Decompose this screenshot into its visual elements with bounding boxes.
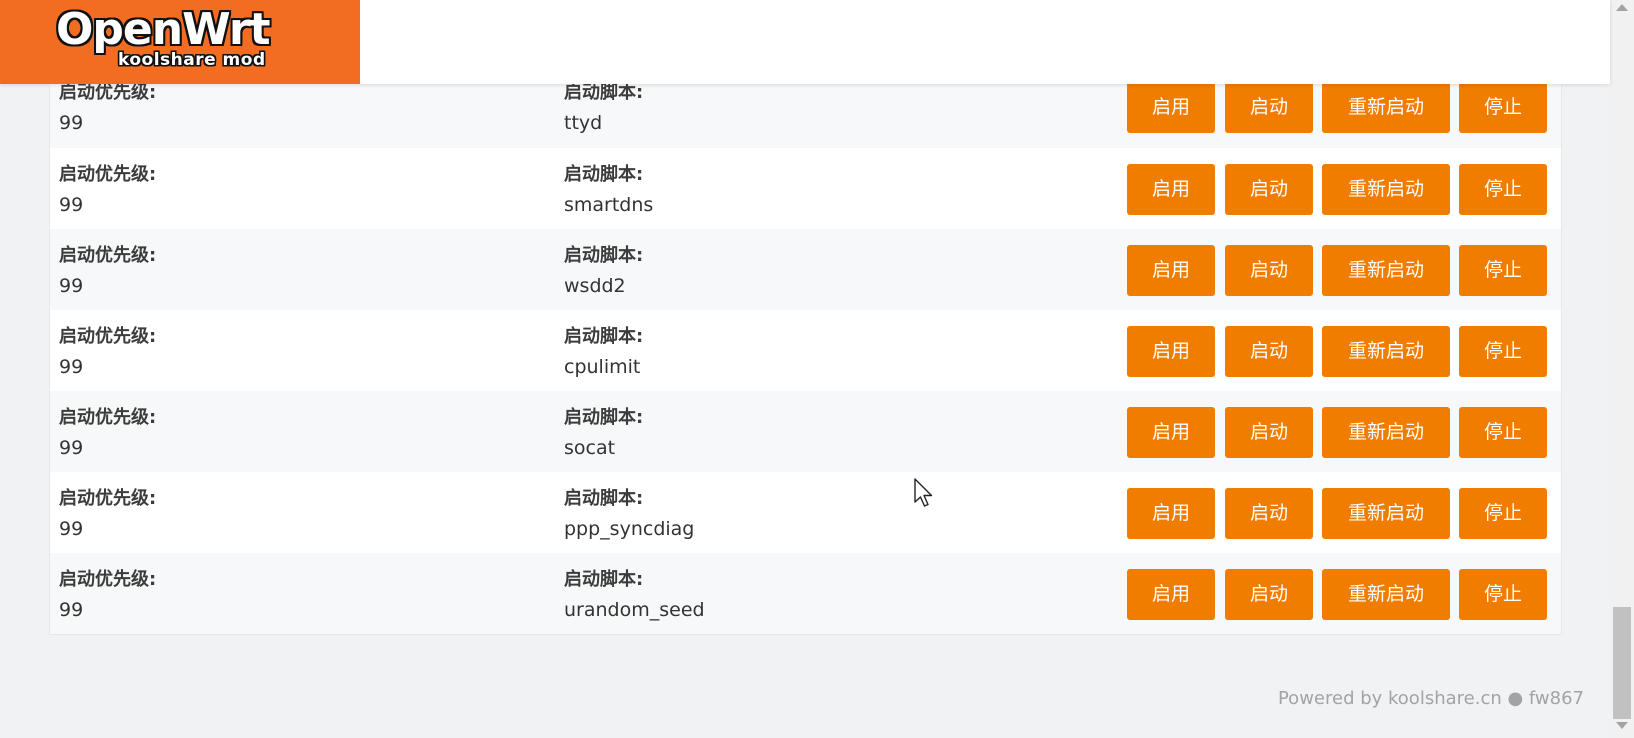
restart-button[interactable]: 重新启动 [1322, 569, 1450, 620]
script-label: 启动脚本: [564, 245, 644, 266]
stop-button[interactable]: 停止 [1459, 164, 1547, 215]
priority-label: 启动优先级: [59, 488, 157, 509]
script-label: 启动脚本: [564, 569, 644, 590]
scroll-down-arrow-icon[interactable] [1616, 722, 1628, 729]
priority-label: 启动优先级: [59, 569, 157, 590]
header: OpenWrt koolshare mod [0, 0, 1610, 84]
script-value: wsdd2 [564, 275, 626, 297]
start-button[interactable]: 启动 [1225, 164, 1313, 215]
enable-button[interactable]: 启用 [1127, 164, 1215, 215]
script-value: ppp_syncdiag [564, 518, 695, 540]
enable-button[interactable]: 启用 [1127, 326, 1215, 377]
start-button[interactable]: 启动 [1225, 326, 1313, 377]
enable-button[interactable]: 启用 [1127, 569, 1215, 620]
stop-button[interactable]: 停止 [1459, 326, 1547, 377]
enable-button[interactable]: 启用 [1127, 82, 1215, 133]
table-row: 启动优先级: 99 启动脚本: socat 启用 启动 重新启动 停止 [50, 391, 1561, 472]
table-row: 启动优先级: 99 启动脚本: wsdd2 启用 启动 重新启动 停止 [50, 229, 1561, 310]
script-label: 启动脚本: [564, 326, 644, 347]
table-row: 启动优先级: 99 启动脚本: ppp_syncdiag 启用 启动 重新启动 … [50, 472, 1561, 553]
script-label: 启动脚本: [564, 488, 644, 509]
stop-button[interactable]: 停止 [1459, 488, 1547, 539]
scroll-thumb[interactable] [1613, 607, 1631, 719]
restart-button[interactable]: 重新启动 [1322, 164, 1450, 215]
priority-label: 启动优先级: [59, 326, 157, 347]
scroll-up-arrow-icon[interactable] [1616, 4, 1628, 11]
vertical-scrollbar[interactable] [1610, 0, 1634, 738]
priority-value: 99 [59, 275, 84, 297]
openwrt-logo[interactable]: OpenWrt koolshare mod [0, 0, 360, 84]
restart-button[interactable]: 重新启动 [1322, 245, 1450, 296]
priority-label: 启动优先级: [59, 164, 157, 185]
script-label: 启动脚本: [564, 82, 644, 103]
start-button[interactable]: 启动 [1225, 245, 1313, 296]
priority-label: 启动优先级: [59, 407, 157, 428]
table-row: 启动优先级: 99 启动脚本: cpulimit 启用 启动 重新启动 停止 [50, 310, 1561, 391]
table-row: 启动优先级: 99 启动脚本: urandom_seed 启用 启动 重新启动 … [50, 553, 1561, 634]
priority-value: 99 [59, 599, 84, 621]
enable-button[interactable]: 启用 [1127, 245, 1215, 296]
script-label: 启动脚本: [564, 407, 644, 428]
script-value: cpulimit [564, 356, 641, 378]
script-value: urandom_seed [564, 599, 705, 621]
table-row: 启动优先级: 99 启动脚本: ttyd 启用 启动 重新启动 停止 [50, 82, 1561, 148]
stop-button[interactable]: 停止 [1459, 82, 1547, 133]
enable-button[interactable]: 启用 [1127, 407, 1215, 458]
script-value: smartdns [564, 194, 654, 216]
priority-label: 启动优先级: [59, 82, 157, 103]
start-button[interactable]: 启动 [1225, 569, 1313, 620]
start-button[interactable]: 启动 [1225, 488, 1313, 539]
startup-table: 启动优先级: 99 启动脚本: ttyd 启用 启动 重新启动 停止 启动优先级… [49, 82, 1562, 635]
restart-button[interactable]: 重新启动 [1322, 488, 1450, 539]
stop-button[interactable]: 停止 [1459, 407, 1547, 458]
logo-main-text: OpenWrt [56, 4, 271, 55]
enable-button[interactable]: 启用 [1127, 488, 1215, 539]
priority-value: 99 [59, 518, 84, 540]
start-button[interactable]: 启动 [1225, 407, 1313, 458]
table-row: 启动优先级: 99 启动脚本: smartdns 启用 启动 重新启动 停止 [50, 148, 1561, 229]
priority-label: 启动优先级: [59, 245, 157, 266]
script-value: socat [564, 437, 616, 459]
restart-button[interactable]: 重新启动 [1322, 82, 1450, 133]
script-label: 启动脚本: [564, 164, 644, 185]
script-value: ttyd [564, 112, 603, 134]
priority-value: 99 [59, 437, 84, 459]
stop-button[interactable]: 停止 [1459, 245, 1547, 296]
logo-sub-text: koolshare mod [118, 50, 266, 70]
footer-text: Powered by koolshare.cn ● fw867 [1277, 688, 1584, 709]
mouse-cursor-icon [914, 478, 933, 507]
start-button[interactable]: 启动 [1225, 82, 1313, 133]
restart-button[interactable]: 重新启动 [1322, 326, 1450, 377]
priority-value: 99 [59, 356, 84, 378]
stop-button[interactable]: 停止 [1459, 569, 1547, 620]
restart-button[interactable]: 重新启动 [1322, 407, 1450, 458]
priority-value: 99 [59, 194, 84, 216]
priority-value: 99 [59, 112, 84, 134]
